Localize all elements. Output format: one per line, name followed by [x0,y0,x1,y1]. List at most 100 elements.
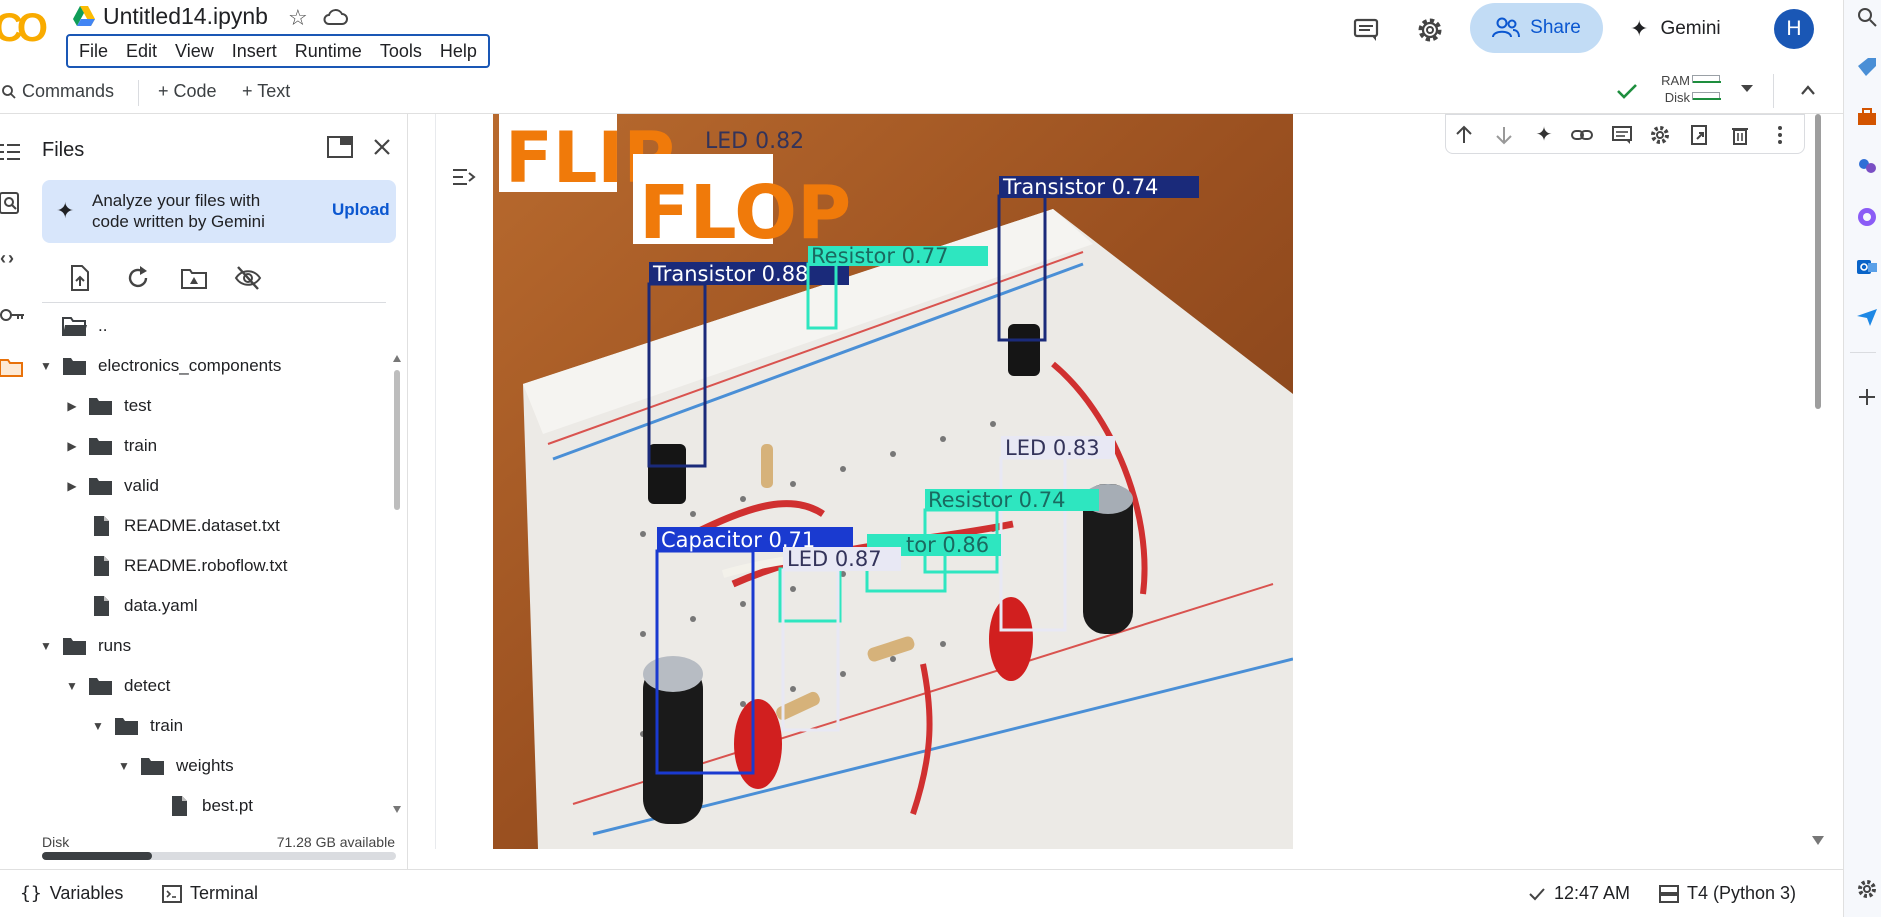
menu-edit[interactable]: Edit [117,36,166,66]
comments-icon[interactable] [1350,14,1382,46]
menu-insert[interactable]: Insert [223,36,286,66]
file-tree-folder[interactable]: ▶ valid [62,466,159,506]
move-up-icon[interactable] [1452,123,1476,147]
file-tree-folder[interactable]: ▼ detect [62,666,170,706]
files-folder-icon[interactable] [0,355,26,381]
file-tree-scrollbar[interactable] [392,354,402,814]
find-replace-icon[interactable] [0,191,26,217]
open-in-tab-icon[interactable] [327,136,353,158]
commands-label: Commands [22,81,115,101]
gemini-sparkle-icon[interactable]: ✦ [1532,123,1556,147]
tag-icon[interactable] [1856,56,1878,78]
side-panel-rail [1843,0,1881,917]
terminal-icon [162,884,182,903]
expand-caret-icon[interactable]: ▼ [114,759,134,773]
file-tree-file[interactable]: best.pt [140,786,253,826]
commands-button[interactable]: Commands [2,81,114,102]
add-text-button[interactable]: + Text [242,81,290,102]
file-tree-folder[interactable]: ▶ train [62,426,157,466]
send-icon[interactable] [1856,306,1878,328]
mirror-cell-icon[interactable] [1688,123,1712,147]
file-tree-label: best.pt [202,796,254,815]
link-icon[interactable] [1570,123,1594,147]
status-bar: {} Variables Terminal 12:47 AM T4 (Pytho… [0,869,1843,917]
expand-caret-icon[interactable]: ▼ [62,679,82,693]
secrets-key-icon[interactable] [0,302,26,328]
check-icon [1529,887,1545,900]
copilot-icon[interactable] [1856,206,1878,228]
menu-bar: File Edit View Insert Runtime Tools Help [66,34,490,68]
code-snippets-icon[interactable]: ‹› [0,248,26,274]
menu-tools[interactable]: Tools [371,36,431,66]
menu-view[interactable]: View [166,36,223,66]
share-button[interactable]: Share [1470,3,1603,53]
folder-icon [89,438,112,455]
server-icon [1659,884,1679,903]
delete-trash-icon[interactable] [1728,123,1752,147]
terminal-button[interactable]: Terminal [162,883,258,904]
collapse-caret-icon[interactable]: ▶ [62,399,82,413]
file-tree-folder[interactable]: ▼ electronics_components [36,346,281,386]
toolbox-icon[interactable] [1856,106,1878,128]
expand-caret-icon[interactable]: ▼ [36,639,56,653]
braces-icon: {} [20,883,42,904]
output-actions-icon[interactable] [449,162,479,192]
mount-drive-icon[interactable] [180,264,208,292]
hide-hidden-files-icon[interactable] [234,264,262,292]
drive-icon[interactable] [73,6,95,26]
variables-button[interactable]: {} Variables [20,883,123,904]
file-tree-folder[interactable]: .. [36,306,107,346]
svg-text:tor 0.86: tor 0.86 [906,533,989,557]
account-avatar[interactable]: H [1774,9,1814,49]
file-tree-file[interactable]: README.dataset.txt [62,506,280,546]
search-icon[interactable] [1856,6,1878,28]
more-vert-icon[interactable] [1768,123,1792,147]
collapse-caret-icon[interactable]: ▶ [62,479,82,493]
gemini-button[interactable]: ✦ Gemini [1630,14,1721,44]
move-down-icon[interactable] [1492,123,1516,147]
terminal-label: Terminal [190,883,259,903]
file-icon [94,516,109,536]
add-icon[interactable] [1856,386,1878,408]
upload-file-icon[interactable] [66,264,94,292]
settings-gear-icon[interactable] [1648,123,1672,147]
star-icon[interactable]: ☆ [288,5,308,31]
close-icon[interactable] [373,138,391,156]
add-code-button[interactable]: + Code [158,81,217,102]
settings-gear-icon[interactable] [1414,14,1446,46]
refresh-icon[interactable] [124,264,152,292]
menu-help[interactable]: Help [431,36,486,66]
gemini-analyze-text: Analyze your files with code written by … [92,191,265,231]
expand-caret-icon[interactable]: ▼ [88,719,108,733]
connected-check-icon[interactable] [1616,82,1638,100]
settings-gear-icon[interactable] [1856,878,1878,900]
collapse-caret-icon[interactable]: ▶ [62,439,82,453]
notebook-title[interactable]: Untitled14.ipynb [103,3,268,30]
disk-available: 71.28 GB available [276,834,395,850]
menu-file[interactable]: File [70,36,117,66]
comment-icon[interactable] [1610,123,1634,147]
people-app-icon[interactable] [1856,156,1878,178]
resource-labels[interactable]: RAM Disk [1656,72,1690,106]
notebook-scrollbar[interactable] [1809,114,1829,849]
expand-caret-icon[interactable]: ▼ [36,359,56,373]
colab-logo[interactable]: CO [0,6,48,51]
chevron-down-icon[interactable] [1740,84,1754,94]
table-of-contents-icon[interactable] [0,139,26,165]
collapse-header-icon[interactable] [1800,84,1816,96]
cloud-saved-icon[interactable] [322,7,348,27]
runtime-info[interactable]: T4 (Python 3) [1659,883,1796,904]
last-run-time[interactable]: 12:47 AM [1528,883,1630,904]
menu-runtime[interactable]: Runtime [286,36,371,66]
file-tree-file[interactable]: README.roboflow.txt [62,546,287,586]
file-tree-label: train [124,436,158,455]
file-tree-folder[interactable]: ▼ weights [114,746,234,786]
upload-button[interactable]: Upload [332,200,390,220]
file-tree-file[interactable]: data.yaml [62,586,198,626]
file-tree-folder[interactable]: ▼ train [88,706,183,746]
gemini-analyze-card[interactable]: ✦ Analyze your files with code written b… [42,180,396,243]
outlook-icon[interactable] [1856,256,1878,278]
file-tree-folder[interactable]: ▼ runs [36,626,131,666]
runtime-label: T4 (Python 3) [1687,883,1797,903]
file-tree-folder[interactable]: ▶ test [62,386,151,426]
